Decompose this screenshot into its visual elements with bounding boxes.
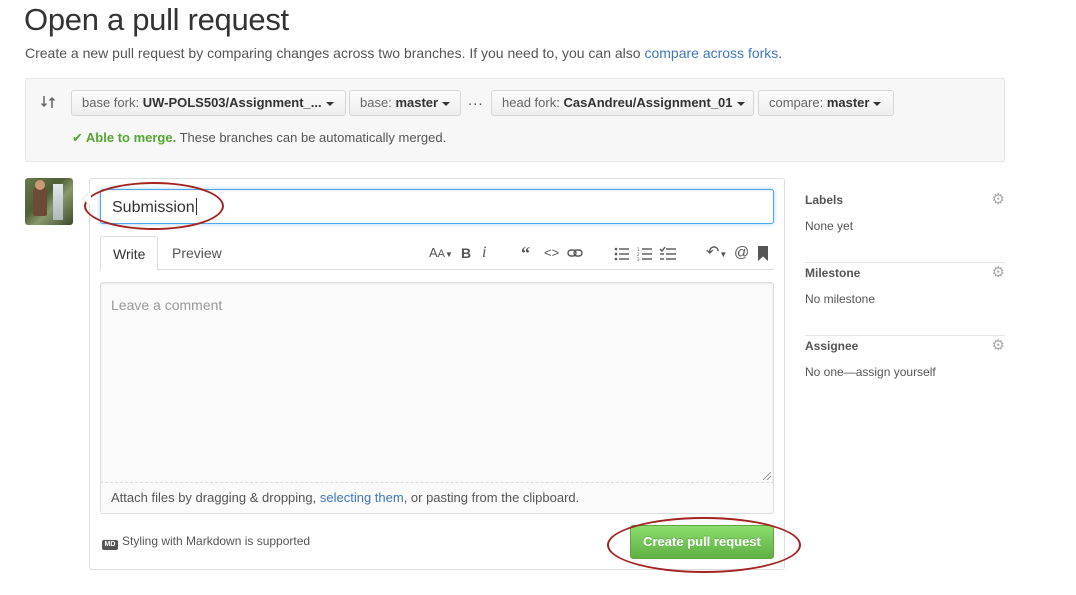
bold-icon[interactable]: B — [461, 244, 471, 262]
head-fork-label: head fork: — [502, 95, 560, 110]
link-icon[interactable] — [567, 246, 583, 260]
subtitle-text: Create a new pull request by comparing c… — [25, 45, 645, 61]
create-pull-request-button[interactable]: Create pull request — [630, 525, 774, 559]
base-fork-select[interactable]: base fork: UW-POLS503/Assignment_... — [71, 90, 346, 116]
text-cursor — [195, 198, 197, 215]
gear-icon[interactable]: ⚙ — [992, 265, 1005, 280]
merge-status-text: These branches can be automatically merg… — [176, 130, 447, 145]
head-fork-value: CasAndreu/Assignment_01 — [563, 95, 733, 110]
task-list-icon[interactable] — [659, 246, 677, 261]
pull-request-form: Submission Write Preview AA▼ B i “ <> 1 … — [82, 178, 801, 573]
comment-placeholder: Leave a comment — [111, 297, 223, 313]
base-branch-select[interactable]: base: master — [349, 90, 461, 116]
sidebar: Labels ⚙ None yet Milestone ⚙ No milesto… — [805, 190, 1005, 409]
compare-branch-select[interactable]: compare: master — [758, 90, 894, 116]
gear-icon[interactable]: ⚙ — [992, 192, 1005, 207]
sidebar-labels-title: Labels — [805, 193, 844, 207]
compare-range-panel: base fork: UW-POLS503/Assignment_... bas… — [25, 78, 1005, 162]
ordered-list-icon[interactable]: 1 2 3 — [637, 247, 653, 261]
markdown-note-link[interactable]: Styling with Markdown is supported — [122, 534, 310, 548]
unordered-list-icon[interactable] — [614, 247, 630, 261]
check-icon: ✔ — [72, 130, 83, 145]
tab-preview[interactable]: Preview — [160, 236, 234, 271]
sidebar-assignee: Assignee ⚙ No one—assign yourself — [805, 336, 1005, 409]
tab-write[interactable]: Write — [100, 236, 158, 271]
chevron-down-icon — [873, 101, 882, 106]
sidebar-labels-value: None yet — [805, 219, 854, 233]
base-fork-value: UW-POLS503/Assignment_... — [142, 95, 322, 110]
chevron-down-icon — [325, 101, 334, 106]
title-input-value: Submission — [112, 199, 195, 216]
avatar[interactable] — [25, 178, 73, 225]
code-icon[interactable]: <> — [544, 244, 559, 262]
comment-textarea[interactable]: Leave a comment — [100, 282, 774, 482]
reply-icon[interactable]: ↶▼ — [706, 244, 727, 264]
merge-status: ✔ Able to merge. These branches can be au… — [72, 130, 446, 146]
markdown-icon: MD — [102, 540, 118, 550]
merge-ok-label: Able to merge. — [85, 130, 177, 145]
compare-arrows-icon[interactable] — [40, 94, 56, 110]
bookmark-icon[interactable] — [758, 246, 768, 261]
svg-text:3: 3 — [637, 257, 640, 261]
sidebar-assignee-title: Assignee — [805, 339, 859, 353]
subtitle-suffix: . — [778, 45, 783, 61]
mention-icon[interactable]: @ — [734, 244, 749, 262]
base-branch-label: base: — [360, 95, 392, 110]
resize-handle-icon[interactable] — [763, 472, 771, 480]
sidebar-labels: Labels ⚙ None yet — [805, 190, 1005, 263]
chevron-down-icon — [736, 101, 745, 106]
attach-suffix: , or pasting from the clipboard. — [403, 490, 580, 505]
compare-branch-label: compare: — [769, 95, 824, 110]
select-files-link[interactable]: selecting them — [320, 490, 404, 505]
gear-icon[interactable]: ⚙ — [992, 338, 1005, 353]
base-fork-label: base fork: — [82, 95, 140, 110]
sidebar-milestone-title: Milestone — [805, 266, 861, 280]
italic-icon[interactable]: i — [482, 244, 486, 262]
compare-across-forks-link[interactable]: compare across forks — [644, 45, 778, 61]
assign-yourself-link[interactable]: No one—assign yourself — [805, 365, 936, 379]
sidebar-milestone-value: No milestone — [805, 292, 876, 306]
head-fork-select[interactable]: head fork: CasAndreu/Assignment_01 — [491, 90, 754, 116]
chevron-down-icon — [442, 101, 451, 106]
title-input[interactable]: Submission — [100, 189, 774, 224]
range-dots: ... — [468, 92, 484, 109]
sidebar-milestone: Milestone ⚙ No milestone — [805, 263, 1005, 336]
quote-icon[interactable]: “ — [521, 244, 530, 262]
file-drop-zone[interactable]: Attach files by dragging & dropping, sel… — [100, 482, 774, 514]
compare-branch-value: master — [826, 95, 870, 110]
page-subtitle: Create a new pull request by comparing c… — [25, 45, 782, 61]
base-branch-value: master — [395, 95, 439, 110]
page-title: Open a pull request — [24, 2, 289, 37]
text-size-icon[interactable]: AA▼ — [429, 244, 453, 264]
attach-text: Attach files by dragging & dropping, — [111, 490, 320, 505]
markdown-note: MD Styling with Markdown is supported — [102, 534, 310, 550]
